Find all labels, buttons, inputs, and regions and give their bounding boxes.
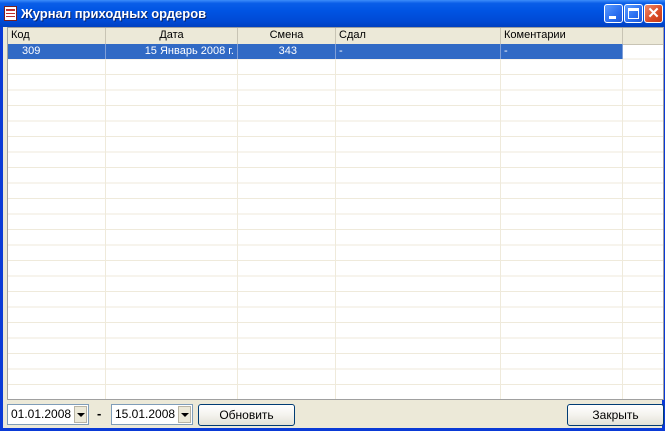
column-header-comment[interactable]: Коментарии xyxy=(501,28,623,44)
journal-window: Журнал приходных ордеров ✕ Код Дата Смен… xyxy=(0,0,665,431)
grid-body[interactable]: 309 15 Январь 2008 г. 343 - - xyxy=(8,44,663,399)
table-row[interactable]: 309 15 Январь 2008 г. 343 - - xyxy=(8,44,623,59)
date-range-separator: - xyxy=(97,406,102,421)
date-from-picker[interactable]: 01.01.2008 xyxy=(7,404,89,425)
date-to-picker[interactable]: 15.01.2008 xyxy=(111,404,193,425)
chevron-down-icon xyxy=(77,413,85,417)
close-window-button[interactable]: ✕ xyxy=(644,4,663,23)
cell-date[interactable]: 15 Январь 2008 г. xyxy=(106,44,238,59)
window-title: Журнал приходных ордеров xyxy=(21,6,207,21)
title-bar[interactable]: Журнал приходных ордеров ✕ xyxy=(0,0,665,27)
bottom-toolbar: 01.01.2008 - 15.01.2008 Обновить Закрыть xyxy=(3,400,665,431)
close-icon: ✕ xyxy=(647,5,660,22)
column-header-shift[interactable]: Смена xyxy=(238,28,336,44)
cell-code[interactable]: 309 xyxy=(8,44,106,59)
date-to-dropdown-button[interactable] xyxy=(178,406,191,423)
cell-comment[interactable]: - xyxy=(501,44,623,59)
refresh-button[interactable]: Обновить xyxy=(198,404,295,426)
chevron-down-icon xyxy=(181,413,189,417)
grid-header: Код Дата Смена Сдал Коментарии xyxy=(8,28,663,45)
maximize-icon xyxy=(628,8,639,19)
cell-handed-over[interactable]: - xyxy=(336,44,501,59)
date-from-value[interactable]: 01.01.2008 xyxy=(11,405,71,424)
close-button[interactable]: Закрыть xyxy=(567,404,664,426)
orders-grid[interactable]: Код Дата Смена Сдал Коментарии 309 15 Ян… xyxy=(7,27,664,400)
column-header-date[interactable]: Дата xyxy=(106,28,238,44)
app-icon xyxy=(4,6,17,21)
minimize-button[interactable] xyxy=(604,4,623,23)
column-header-code[interactable]: Код xyxy=(8,28,106,44)
column-header-handed-over[interactable]: Сдал xyxy=(336,28,501,44)
maximize-button[interactable] xyxy=(624,4,643,23)
minimize-icon xyxy=(609,16,616,19)
date-from-dropdown-button[interactable] xyxy=(74,406,87,423)
column-header-filler xyxy=(623,28,663,44)
date-to-value[interactable]: 15.01.2008 xyxy=(115,405,175,424)
cell-shift[interactable]: 343 xyxy=(238,44,336,59)
